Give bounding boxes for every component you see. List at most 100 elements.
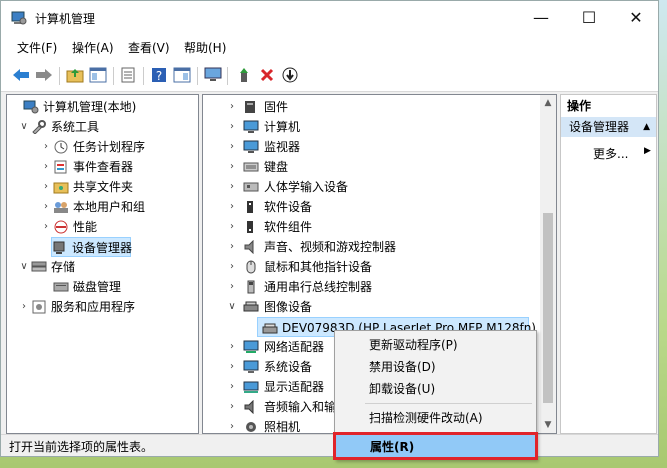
speaker-icon <box>243 239 259 255</box>
title-bar: 计算机管理 — ☐ ✕ <box>1 1 658 35</box>
chevron-right-icon[interactable]: › <box>41 197 51 217</box>
show-hide-tree-icon[interactable] <box>88 66 108 84</box>
toolbar: ? <box>1 59 658 92</box>
device-category[interactable]: › 固件 <box>203 97 523 117</box>
device-label: 键盘 <box>264 160 289 174</box>
device-category[interactable]: › 声音、视频和游戏控制器 <box>203 237 523 257</box>
chevron-right-icon[interactable]: › <box>41 157 51 177</box>
close-button[interactable]: ✕ <box>613 1 659 35</box>
device-category[interactable]: › 计算机 <box>203 117 523 137</box>
scroll-up-icon[interactable]: ▲ <box>540 95 556 111</box>
chevron-right-icon[interactable]: › <box>227 397 237 417</box>
menu-action[interactable]: 操作(A) <box>72 39 114 56</box>
status-bar: 打开当前选择项的属性表。 <box>1 434 658 456</box>
tree-item-shared-folder[interactable]: › 共享文件夹 <box>7 177 194 197</box>
device-category[interactable]: › 键盘 <box>203 157 523 177</box>
forward-arrow-icon[interactable] <box>34 66 54 84</box>
chevron-right-icon[interactable]: › <box>41 217 51 237</box>
window-title: 计算机管理 <box>35 12 96 26</box>
tree-item-clock[interactable]: › 任务计划程序 <box>7 137 194 157</box>
chevron-down-icon[interactable]: ∨ <box>19 257 29 277</box>
chevron-right-icon[interactable]: › <box>227 197 237 217</box>
device-category[interactable]: ∨ 图像设备 <box>203 297 523 317</box>
chevron-right-icon[interactable]: › <box>227 377 237 397</box>
tree-item-users[interactable]: › 本地用户和组 <box>7 197 194 217</box>
actions-header: 操作 <box>561 95 656 118</box>
chevron-right-icon[interactable]: › <box>227 237 237 257</box>
chevron-right-icon[interactable]: › <box>227 157 237 177</box>
tree-item-event-log[interactable]: › 事件查看器 <box>7 157 194 177</box>
chevron-right-icon[interactable]: › <box>41 137 51 157</box>
minimize-button[interactable]: — <box>518 1 564 35</box>
chevron-right-icon[interactable]: › <box>227 177 237 197</box>
tree-item-device-manager[interactable]: 设备管理器 <box>51 237 133 257</box>
menu-update-driver[interactable]: 更新驱动程序(P) <box>336 334 535 356</box>
tree-item-storage[interactable]: ∨ 存储 <box>7 257 194 277</box>
device-category[interactable]: › 鼠标和其他指针设备 <box>203 257 523 277</box>
tree-item-services[interactable]: › 服务和应用程序 <box>7 297 194 317</box>
chevron-right-icon[interactable]: › <box>227 417 237 433</box>
menu-view[interactable]: 查看(V) <box>128 39 170 56</box>
chevron-right-icon[interactable]: › <box>19 297 29 317</box>
chevron-right-icon[interactable]: › <box>227 97 237 117</box>
chevron-right-icon[interactable]: › <box>227 117 237 137</box>
monitor-icon[interactable] <box>203 66 223 84</box>
actions-more[interactable]: 更多... <box>593 145 628 162</box>
scroll-down-icon[interactable]: ▼ <box>540 417 556 433</box>
disable-device-icon[interactable] <box>257 66 277 84</box>
system-device-icon <box>243 360 259 374</box>
device-label: 人体学输入设备 <box>264 180 349 194</box>
tree-item-performance[interactable]: › 性能 <box>7 217 194 237</box>
device-category[interactable]: › 通用串行总线控制器 <box>203 277 523 297</box>
tools-icon <box>31 120 47 135</box>
tree-item-computer-mgmt[interactable]: 计算机管理(本地) <box>7 97 194 117</box>
device-category[interactable]: › 监视器 <box>203 137 523 157</box>
chevron-right-icon[interactable]: › <box>227 277 237 297</box>
svg-text:?: ? <box>156 69 162 83</box>
disk-icon <box>53 280 69 294</box>
folder-up-icon[interactable] <box>65 66 85 84</box>
menu-file[interactable]: 文件(F) <box>17 39 57 56</box>
device-label: 网络适配器 <box>264 340 325 354</box>
device-category[interactable]: › 软件组件 <box>203 217 523 237</box>
camera-icon <box>243 420 259 433</box>
chevron-right-icon[interactable]: › <box>227 337 237 357</box>
chevron-right-icon[interactable]: › <box>227 137 237 157</box>
update-driver-icon[interactable] <box>234 66 254 84</box>
export-list-icon[interactable] <box>118 66 138 84</box>
tree-item-disk[interactable]: 磁盘管理 <box>7 277 194 297</box>
menu-scan-hardware[interactable]: 扫描检测硬件改动(A) <box>336 407 535 429</box>
actions-section-device-manager[interactable]: 设备管理器 ▲ <box>561 117 656 137</box>
collapse-triangle-icon: ▲ <box>643 122 650 132</box>
maximize-button[interactable]: ☐ <box>566 1 612 35</box>
menu-help[interactable]: 帮助(H) <box>184 39 226 56</box>
device-label: 固件 <box>264 100 289 114</box>
shared-folder-icon <box>53 180 69 194</box>
back-arrow-icon[interactable] <box>11 66 31 84</box>
monitor-icon <box>243 140 259 154</box>
chevron-down-icon[interactable]: ∨ <box>227 297 237 317</box>
device-manager-icon <box>52 241 68 255</box>
chevron-right-icon[interactable]: › <box>227 257 237 277</box>
device-category[interactable]: › 软件设备 <box>203 197 523 217</box>
menu-separator <box>365 432 532 433</box>
menu-disable-device[interactable]: 禁用设备(D) <box>336 356 535 378</box>
device-label: 照相机 <box>264 420 301 434</box>
menu-uninstall-device[interactable]: 卸载设备(U) <box>336 378 535 400</box>
device-tree-scrollbar[interactable]: ▲ ▼ <box>540 95 556 433</box>
scroll-thumb[interactable] <box>543 213 553 403</box>
status-text: 打开当前选择项的属性表。 <box>9 440 154 454</box>
actions-section-label: 设备管理器 <box>569 120 630 134</box>
properties-icon[interactable] <box>172 66 192 84</box>
computer-mgmt-icon <box>23 100 39 114</box>
uninstall-device-icon[interactable] <box>280 66 300 84</box>
chevron-right-icon[interactable]: › <box>41 177 51 197</box>
help-icon[interactable]: ? <box>149 66 169 84</box>
chevron-right-icon[interactable]: › <box>227 357 237 377</box>
menu-properties[interactable]: 属性(R) <box>333 432 538 460</box>
device-category[interactable]: › 人体学输入设备 <box>203 177 523 197</box>
tree-item-tools[interactable]: ∨ 系统工具 <box>7 117 194 137</box>
chevron-right-icon[interactable]: › <box>227 217 237 237</box>
chevron-down-icon[interactable]: ∨ <box>19 117 29 137</box>
tree-item-label: 设备管理器 <box>72 241 133 255</box>
